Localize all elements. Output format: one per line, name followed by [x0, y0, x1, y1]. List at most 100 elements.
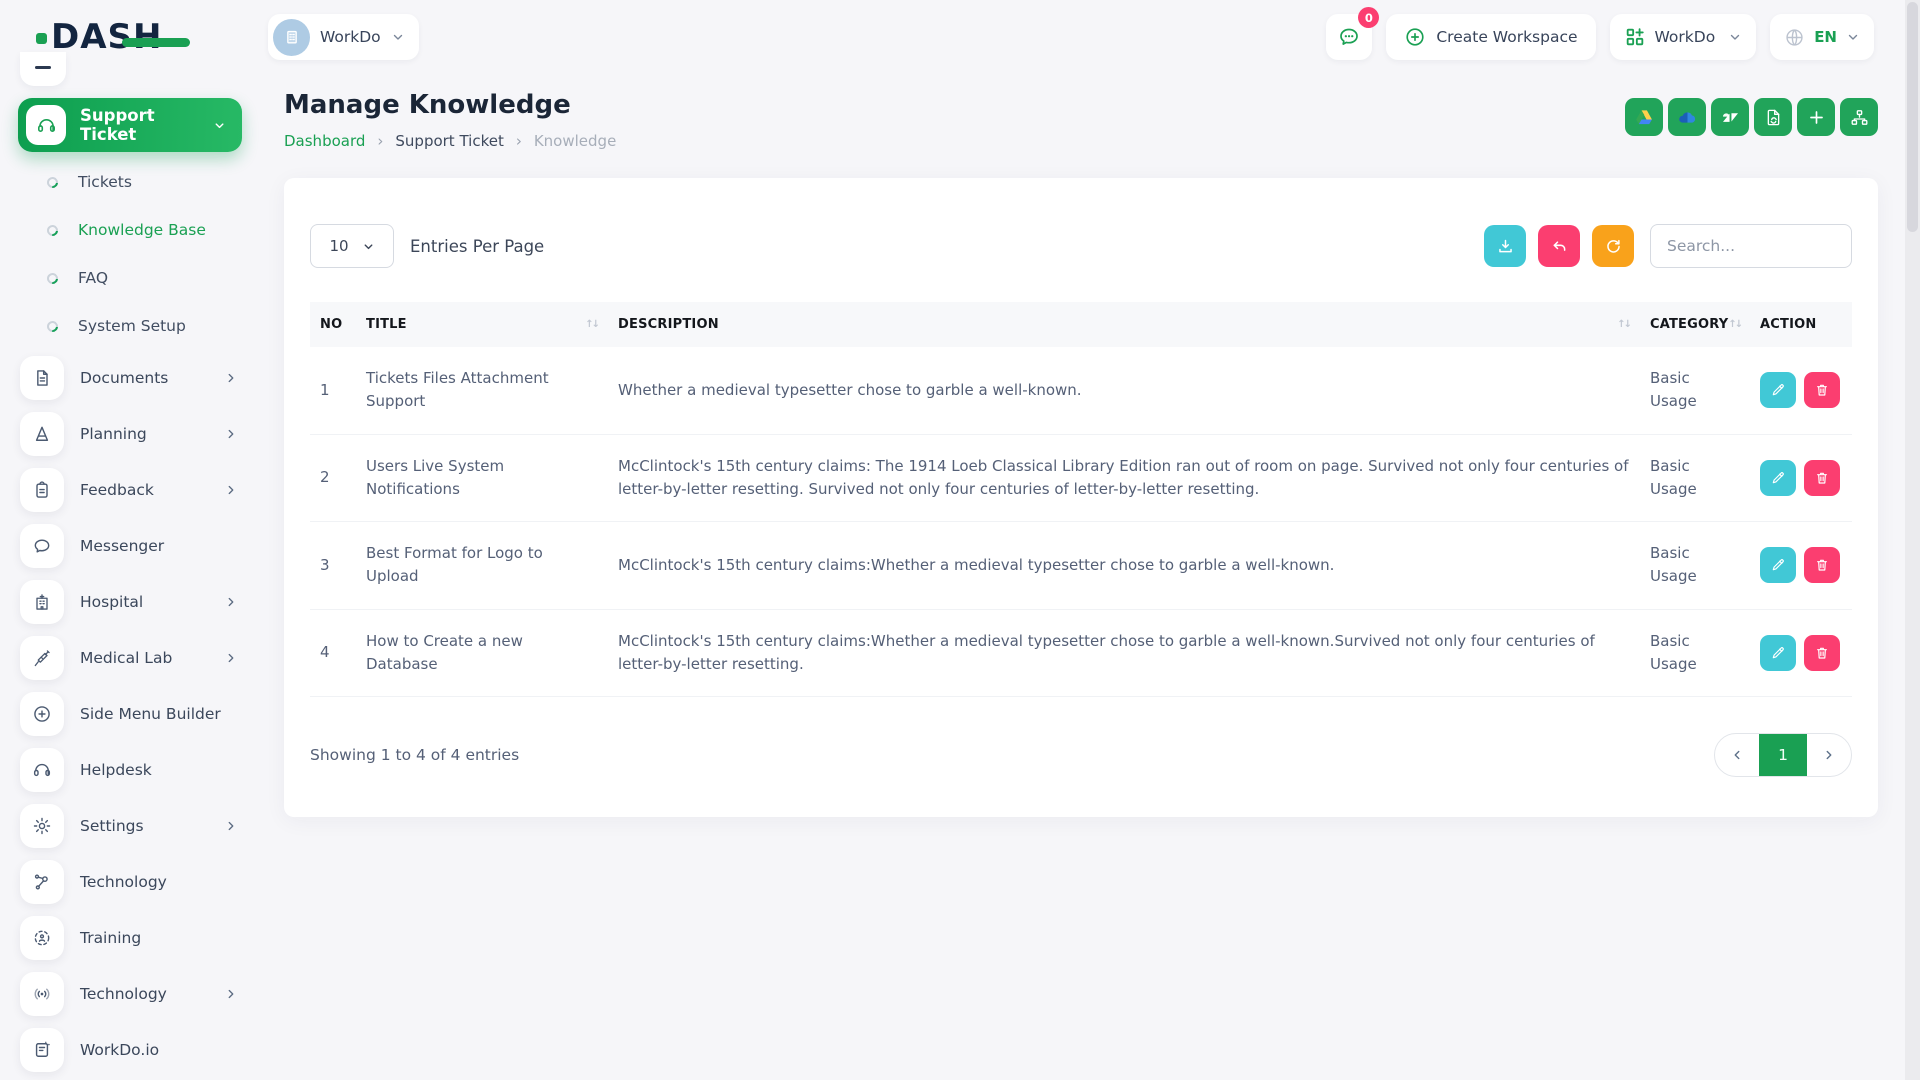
logo-text: DASH [51, 17, 162, 57]
cell-description: Whether a medieval typesetter chose to g… [608, 347, 1640, 434]
headset-icon [20, 748, 64, 792]
chevron-right-icon [224, 483, 238, 497]
plus-circle-icon [20, 692, 64, 736]
sidebar-item-side-menu-builder[interactable]: Side Menu Builder [0, 686, 260, 742]
sidebar-item-system-setup[interactable]: System Setup [0, 302, 260, 350]
sidebar-item-label: FAQ [78, 269, 108, 287]
language-selector[interactable]: EN [1770, 14, 1874, 60]
breadcrumb-support-ticket[interactable]: Support Ticket [395, 132, 503, 150]
search-input[interactable] [1650, 224, 1852, 268]
chevron-right-icon [224, 371, 238, 385]
sidebar-item-support-ticket[interactable]: Support Ticket [18, 98, 242, 152]
breadcrumb-dashboard[interactable]: Dashboard [284, 132, 365, 150]
next-page-button[interactable] [1807, 734, 1851, 776]
entries-per-page-select[interactable]: 10 [310, 224, 394, 268]
delete-button[interactable] [1804, 547, 1840, 583]
previous-page-button[interactable] [1715, 734, 1759, 776]
delete-button[interactable] [1804, 460, 1840, 496]
chat-bubble-icon [20, 524, 64, 568]
sort-icon[interactable] [585, 319, 598, 330]
column-category[interactable]: CATEGORY [1640, 302, 1750, 347]
page-title: Manage Knowledge [284, 90, 616, 120]
plus-circle-icon [1404, 26, 1426, 48]
sidebar-item-label: WorkDo.io [80, 1041, 159, 1059]
sidebar-item-hospital[interactable]: Hospital [0, 574, 260, 630]
zendesk-icon [1721, 108, 1740, 127]
trash-icon [1814, 470, 1830, 486]
messages-badge: 0 [1358, 7, 1379, 28]
sidebar-item-technology-1[interactable]: Technology [0, 854, 260, 910]
page-scrollbar[interactable] [1905, 0, 1920, 1080]
google-drive-icon [1634, 107, 1654, 127]
sidebar-item-tickets[interactable]: Tickets [0, 158, 260, 206]
google-drive-button[interactable] [1625, 98, 1663, 136]
add-button[interactable] [1797, 98, 1835, 136]
pagination: 1 [1714, 733, 1852, 777]
sidebar-item-medical-lab[interactable]: Medical Lab [0, 630, 260, 686]
trash-icon [1814, 645, 1830, 661]
sort-icon[interactable] [1617, 319, 1630, 330]
apps-menu-button[interactable]: WorkDo [1610, 14, 1757, 60]
sidebar-item-helpdesk[interactable]: Helpdesk [0, 742, 260, 798]
sort-icon[interactable] [1728, 319, 1741, 330]
sidebar-item-faq[interactable]: FAQ [0, 254, 260, 302]
board-icon [20, 1028, 64, 1072]
messages-button[interactable]: 0 [1326, 14, 1372, 60]
create-workspace-button[interactable]: Create Workspace [1386, 14, 1595, 60]
page-number-current[interactable]: 1 [1759, 734, 1807, 776]
sidebar-item-technology-2[interactable]: Technology [0, 966, 260, 1022]
sidebar-item-workdo-io[interactable]: WorkDo.io [0, 1022, 260, 1078]
reset-button[interactable] [1538, 225, 1580, 267]
knowledge-card: 10 Entries Per Page [284, 178, 1878, 817]
delete-button[interactable] [1804, 372, 1840, 408]
sitemap-button[interactable] [1840, 98, 1878, 136]
refresh-icon [1604, 237, 1623, 256]
sidebar-item-training[interactable]: Training [0, 910, 260, 966]
sidebar-item-documents[interactable]: Documents [0, 350, 260, 406]
cell-category: Basic Usage [1640, 609, 1750, 697]
sidebar-item-messenger[interactable]: Messenger [0, 518, 260, 574]
sidebar-item-label: System Setup [78, 317, 186, 335]
export-button[interactable] [1484, 225, 1526, 267]
workspace-selector[interactable]: WorkDo [268, 14, 419, 60]
broadcast-icon [20, 972, 64, 1016]
cell-description: McClintock's 15th century claims:Whether… [608, 609, 1640, 697]
sidebar-item-label: Planning [80, 425, 147, 443]
sidebar-item-partial[interactable] [20, 52, 66, 86]
topbar-actions: 0 Create Workspace WorkDo EN [1326, 14, 1874, 60]
chevron-down-icon [362, 240, 375, 253]
topbar: DASH WorkDo 0 Create Workspace [0, 0, 1920, 64]
scrollbar-thumb[interactable] [1907, 2, 1918, 232]
sidebar-item-feedback[interactable]: Feedback [0, 462, 260, 518]
plus-icon [1807, 108, 1826, 127]
file-sync-icon [1764, 108, 1783, 127]
header-quick-actions [1625, 98, 1878, 136]
edit-button[interactable] [1760, 372, 1796, 408]
cell-title: How to Create a new Database [356, 609, 608, 697]
sidebar-item-knowledge-base[interactable]: Knowledge Base [0, 206, 260, 254]
refresh-button[interactable] [1592, 225, 1634, 267]
chevron-left-icon [1730, 748, 1744, 762]
file-sync-button[interactable] [1754, 98, 1792, 136]
trash-icon [1814, 557, 1830, 573]
zendesk-button[interactable] [1711, 98, 1749, 136]
download-icon [1496, 237, 1515, 256]
column-description[interactable]: DESCRIPTION [608, 302, 1640, 347]
chevron-right-icon: › [377, 132, 383, 150]
document-icon [20, 356, 64, 400]
cell-category: Basic Usage [1640, 434, 1750, 522]
onedrive-button[interactable] [1668, 98, 1706, 136]
bullet-icon [45, 318, 60, 333]
column-title[interactable]: TITLE [356, 302, 608, 347]
headset-icon [26, 105, 66, 145]
delete-button[interactable] [1804, 635, 1840, 671]
cell-category: Basic Usage [1640, 347, 1750, 434]
sidebar-item-settings[interactable]: Settings [0, 798, 260, 854]
edit-button[interactable] [1760, 635, 1796, 671]
logo-dash-icon [122, 38, 190, 47]
sidebar: Support Ticket Tickets Knowledge Base FA… [0, 64, 260, 1080]
edit-button[interactable] [1760, 460, 1796, 496]
sidebar-item-planning[interactable]: Planning [0, 406, 260, 462]
cone-icon [20, 412, 64, 456]
edit-button[interactable] [1760, 547, 1796, 583]
